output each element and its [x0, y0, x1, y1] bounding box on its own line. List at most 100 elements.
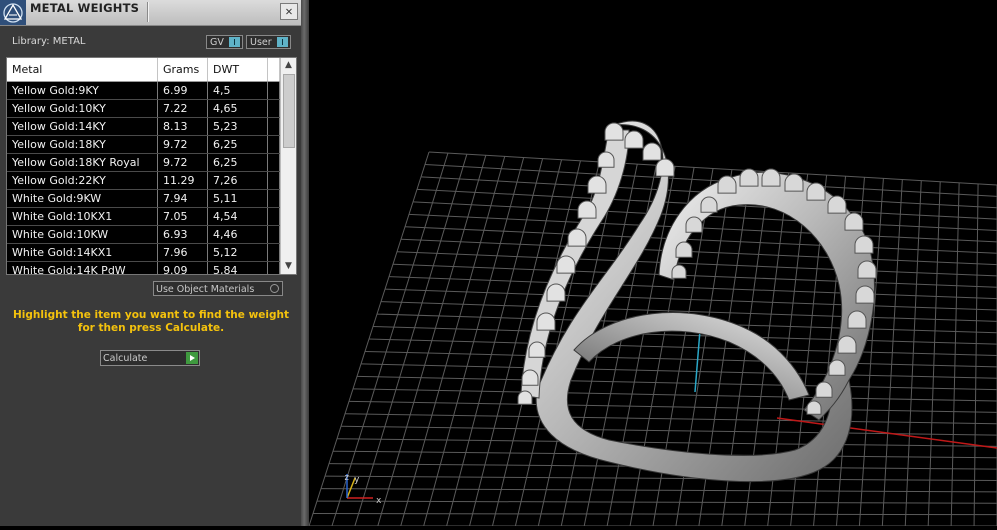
- table-row[interactable]: Yellow Gold:18KY 9.72 6,25: [7, 136, 280, 154]
- table-row[interactable]: Yellow Gold:18KY Royal 9.72 6,25: [7, 154, 280, 172]
- play-arrow-icon: [186, 352, 198, 364]
- 3d-viewport[interactable]: x y z: [308, 0, 997, 527]
- metal-cell: Yellow Gold:9KY: [7, 82, 158, 99]
- table-row[interactable]: White Gold:9KW 7.94 5,11: [7, 190, 280, 208]
- prong: [844, 212, 864, 231]
- use-object-materials-option[interactable]: Use Object Materials: [153, 281, 283, 296]
- table-row[interactable]: Yellow Gold:14KY 8.13 5,23: [7, 118, 280, 136]
- prong: [854, 235, 874, 254]
- instruction-text: Highlight the item you want to find the …: [12, 309, 290, 335]
- prong: [828, 359, 846, 376]
- prong: [556, 255, 576, 274]
- gizmo-z-label: z: [344, 473, 349, 483]
- viewport-canvas[interactable]: x y z: [308, 0, 997, 527]
- grams-cell: 9.72: [158, 136, 208, 153]
- prong: [528, 341, 546, 358]
- prong: [685, 216, 703, 233]
- dwt-cell: 7,26: [208, 172, 268, 189]
- grams-cell: 6.93: [158, 226, 208, 243]
- radio-icon[interactable]: [270, 284, 279, 293]
- prong: [806, 400, 822, 415]
- metal-cell: White Gold:14KX1: [7, 244, 158, 261]
- prong: [546, 283, 566, 302]
- instruction-line-1: Highlight the item you want to find the …: [13, 309, 289, 321]
- dwt-cell: 6,25: [208, 154, 268, 171]
- prong: [675, 241, 693, 258]
- prong: [604, 122, 624, 141]
- table-row[interactable]: White Gold:10KW 6.93 4,46: [7, 226, 280, 244]
- gv-toggle-label: GV: [210, 37, 224, 48]
- gizmo-y-label: y: [354, 475, 360, 485]
- metal-cell: White Gold:10KW: [7, 226, 158, 243]
- prong: [517, 390, 533, 405]
- metal-cell: White Gold:14K PdW: [7, 262, 158, 274]
- calculate-button[interactable]: Calculate: [100, 350, 200, 366]
- table-row[interactable]: Yellow Gold:10KY 7.22 4,65: [7, 100, 280, 118]
- grams-cell: 6.99: [158, 82, 208, 99]
- close-button[interactable]: ✕: [280, 3, 298, 20]
- blank-cell: [268, 190, 280, 207]
- prong: [806, 182, 826, 201]
- scroll-down-icon[interactable]: ▼: [281, 259, 296, 274]
- dwt-cell: 5,11: [208, 190, 268, 207]
- prong: [827, 195, 847, 214]
- table-row[interactable]: Yellow Gold:22KY 11.29 7,26: [7, 172, 280, 190]
- prong: [739, 168, 759, 187]
- blank-cell: [268, 262, 280, 274]
- grams-cell: 11.29: [158, 172, 208, 189]
- prong: [597, 151, 615, 168]
- scroll-up-icon[interactable]: ▲: [281, 58, 296, 73]
- prong: [837, 335, 857, 354]
- prong: [847, 310, 867, 329]
- grams-cell: 7.22: [158, 100, 208, 117]
- column-header-dwt[interactable]: DWT: [208, 58, 268, 81]
- table-row[interactable]: Yellow Gold:9KY 6.99 4,5: [7, 82, 280, 100]
- user-toggle[interactable]: User: [246, 35, 291, 49]
- prong: [857, 260, 877, 279]
- grams-cell: 9.09: [158, 262, 208, 274]
- blank-cell: [268, 100, 280, 117]
- grams-cell: 8.13: [158, 118, 208, 135]
- prong: [784, 173, 804, 192]
- metal-table[interactable]: Metal Grams DWT Yellow Gold:9KY 6.99 4,5 Y…: [6, 57, 297, 275]
- blank-cell: [268, 172, 280, 189]
- table-row[interactable]: White Gold:10KX1 7.05 4,54: [7, 208, 280, 226]
- prong: [642, 142, 662, 161]
- scrollbar-thumb[interactable]: [283, 74, 295, 148]
- prong: [761, 168, 781, 187]
- prong: [815, 381, 833, 398]
- metal-cell: White Gold:10KX1: [7, 208, 158, 225]
- blank-cell: [268, 136, 280, 153]
- grams-cell: 7.96: [158, 244, 208, 261]
- blank-cell: [268, 82, 280, 99]
- table-scrollbar[interactable]: ▲ ▼: [280, 58, 296, 274]
- app-logo-icon: [0, 0, 26, 25]
- metal-cell: Yellow Gold:18KY: [7, 136, 158, 153]
- blank-cell: [268, 154, 280, 171]
- gv-toggle[interactable]: GV: [206, 35, 243, 49]
- table-body: Yellow Gold:9KY 6.99 4,5 Yellow Gold:10KY 7…: [7, 82, 280, 274]
- column-header-grams[interactable]: Grams: [158, 58, 208, 81]
- table-row[interactable]: White Gold:14KX1 7.96 5,12: [7, 244, 280, 262]
- table-row[interactable]: White Gold:14K PdW 9.09 5,84: [7, 262, 280, 274]
- prong: [671, 264, 687, 279]
- prong: [717, 175, 737, 194]
- calculate-label: Calculate: [103, 353, 148, 364]
- column-header-blank: [268, 58, 280, 81]
- dwt-cell: 5,12: [208, 244, 268, 261]
- prong: [567, 228, 587, 247]
- grams-cell: 9.72: [158, 154, 208, 171]
- metal-cell: Yellow Gold:22KY: [7, 172, 158, 189]
- library-label: Library: METAL: [12, 36, 86, 47]
- dwt-cell: 5,84: [208, 262, 268, 274]
- dwt-cell: 4,5: [208, 82, 268, 99]
- panel-title: METAL WEIGHTS: [30, 1, 140, 15]
- viewport-background: [309, 0, 997, 526]
- dwt-cell: 4,46: [208, 226, 268, 243]
- column-header-metal[interactable]: Metal: [7, 58, 158, 81]
- panel-splitter[interactable]: [301, 0, 309, 526]
- panel-titlebar[interactable]: METAL WEIGHTS ✕: [0, 0, 301, 26]
- metal-cell: Yellow Gold:18KY Royal: [7, 154, 158, 171]
- dwt-cell: 4,54: [208, 208, 268, 225]
- prong: [536, 312, 556, 331]
